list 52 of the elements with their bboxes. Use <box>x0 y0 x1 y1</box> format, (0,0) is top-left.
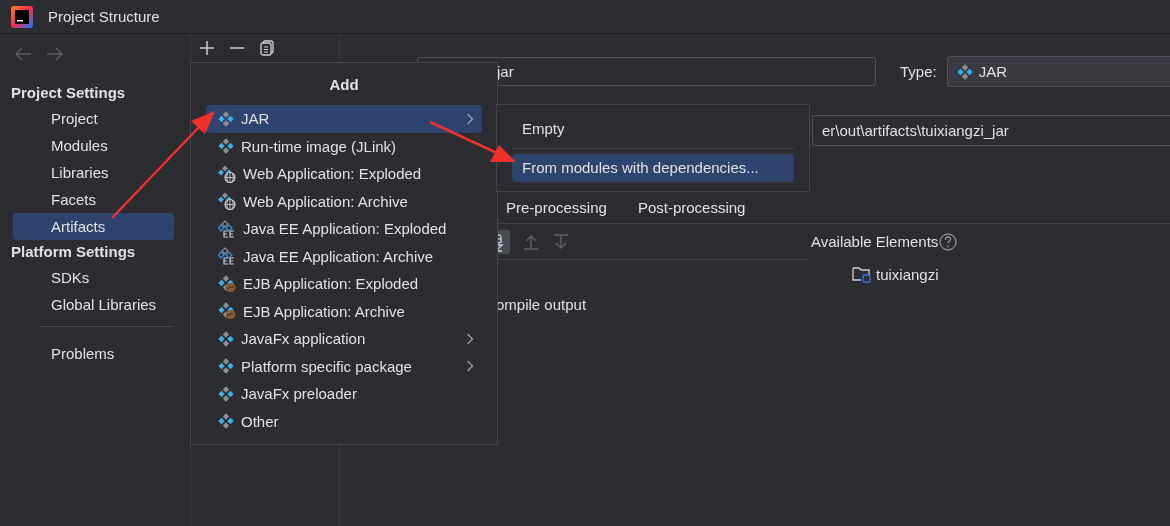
tree-item[interactable]: tuixiangzi <box>876 265 939 283</box>
sidebar-item[interactable]: Project <box>13 105 174 132</box>
window-title: Project Structure <box>48 8 160 25</box>
menu-item[interactable]: Other <box>206 407 482 435</box>
move-down-icon[interactable] <box>552 232 570 251</box>
artifact-icon <box>218 358 234 375</box>
module-folder-icon <box>852 265 872 283</box>
menu-item[interactable]: Java EE Application: Archive <box>206 242 482 270</box>
menu-item[interactable]: Empty <box>512 115 794 143</box>
type-dropdown[interactable]: JAR <box>946 56 1170 87</box>
web-artifact-icon <box>218 164 236 183</box>
artifact-icon <box>218 110 234 127</box>
panel-heading: Available Elements <box>811 233 939 250</box>
menu-item[interactable]: JavaFx preloader <box>206 380 482 408</box>
sidebar-item[interactable]: Problems <box>13 340 174 367</box>
menu-item[interactable]: EJB Application: Exploded <box>206 270 482 298</box>
help-icon[interactable] <box>939 232 958 251</box>
menu-item[interactable]: From modules with dependencies... <box>512 154 794 182</box>
web-artifact-icon <box>218 192 236 211</box>
enterprise-artifact-icon <box>218 247 236 266</box>
menu-item[interactable]: Web Application: Archive <box>206 187 482 215</box>
bean-artifact-icon <box>218 302 236 321</box>
enterprise-artifact-icon <box>218 219 236 238</box>
sidebar-item[interactable]: Facets <box>13 186 174 213</box>
tab[interactable]: Pre-processing <box>506 199 607 219</box>
menu-item[interactable]: Platform specific package <box>206 352 482 380</box>
bean-artifact-icon <box>218 274 236 293</box>
sidebar-item[interactable]: Artifacts <box>13 213 174 240</box>
type-label: Type: <box>900 63 937 80</box>
artifact-icon <box>956 63 973 80</box>
menu-item[interactable]: Java EE Application: Exploded <box>206 215 482 243</box>
artifact-icon <box>218 330 234 347</box>
sidebar-item[interactable]: Modules <box>13 132 174 159</box>
artifact-icon <box>218 413 234 430</box>
menu-item[interactable]: Run-time image (JLink) <box>206 132 482 160</box>
section-heading: Platform Settings <box>10 242 137 262</box>
section-heading: Project Settings <box>10 83 127 103</box>
copy-icon[interactable] <box>259 40 275 56</box>
menu-item[interactable]: JavaFx application <box>206 325 482 353</box>
artifact-icon <box>218 138 234 155</box>
sidebar-item[interactable]: SDKs <box>13 264 174 291</box>
output-path-field[interactable]: er\out\artifacts\tuixiangzi_jar <box>812 115 1170 146</box>
add-icon[interactable] <box>199 40 215 56</box>
artifact-icon <box>218 385 234 402</box>
menu-item[interactable]: Web Application: Exploded <box>206 160 482 188</box>
sidebar-item[interactable]: Libraries <box>13 159 174 186</box>
menu-item[interactable]: JAR <box>206 105 482 133</box>
app-logo-icon <box>10 4 34 29</box>
menu-item[interactable]: EJB Application: Archive <box>206 297 482 325</box>
menu-title: Add <box>328 75 360 95</box>
tab[interactable]: Post-processing <box>637 199 746 219</box>
sidebar-item[interactable]: Global Libraries <box>13 291 174 318</box>
